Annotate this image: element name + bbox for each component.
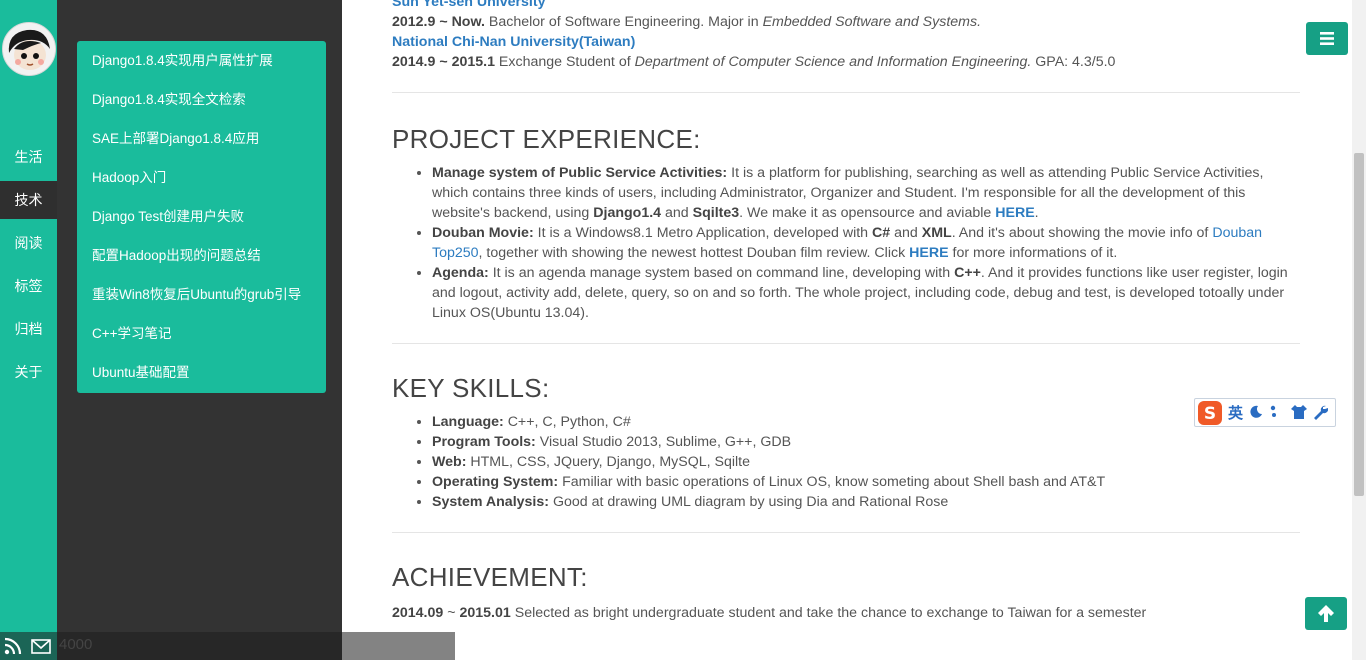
department: Department of Computer Science and Infor… <box>634 54 1032 70</box>
footer-bar: 4000 <box>0 632 455 660</box>
list-item: Language: C++, C, Python, C# <box>432 412 1300 432</box>
submenu-item[interactable]: Ubuntu基础配置 <box>77 353 326 392</box>
moon-icon[interactable] <box>1249 405 1263 419</box>
ime-language[interactable]: 英 <box>1228 402 1243 423</box>
nav-item-archive[interactable]: 归档 <box>0 310 57 348</box>
submenu-item[interactable]: Django Test创建用户失败 <box>77 197 326 236</box>
nav-item-tech[interactable]: 技术 <box>0 181 57 219</box>
nav-item-reading[interactable]: 阅读 <box>0 224 57 262</box>
section-heading-project: PROJECT EXPERIENCE: <box>392 124 701 154</box>
visit-counter: 4000 <box>59 636 93 653</box>
submenu-item[interactable]: 配置Hadoop出现的问题总结 <box>77 236 326 275</box>
wrench-icon[interactable] <box>1312 404 1328 420</box>
list-item: Program Tools: Visual Studio 2013, Subli… <box>432 432 1300 452</box>
submenu-panel: Django1.8.4实现用户属性扩展 Django1.8.4实现全文检索 SA… <box>57 0 342 660</box>
here-link[interactable]: HERE <box>909 245 948 261</box>
list-item: System Analysis: Good at drawing UML dia… <box>432 492 1300 512</box>
tech-article-menu: Django1.8.4实现用户属性扩展 Django1.8.4实现全文检索 SA… <box>77 41 326 393</box>
list-item: Agenda: It is an agenda manage system ba… <box>432 263 1300 323</box>
achievement-item: 2014.09 ~ 2015.01 Selected as bright und… <box>392 605 1147 621</box>
education-section: Sun Yet-sen University 2012.9 ~ Now. Bac… <box>392 0 1300 72</box>
major: Embedded Software and Systems. <box>762 14 982 30</box>
hamburger-icon <box>1320 32 1334 45</box>
project-list: Manage system of Public Service Activiti… <box>392 163 1300 323</box>
svg-text:S: S <box>1204 404 1216 424</box>
period: 2012.9 ~ Now. <box>392 14 485 30</box>
mail-icon[interactable] <box>31 637 51 660</box>
nav-item-tags[interactable]: 标签 <box>0 267 57 305</box>
scrollbar[interactable] <box>1352 0 1366 660</box>
degree-text: Bachelor of Software Engineering. Major … <box>488 14 759 30</box>
gpa: GPA: 4.3/5.0 <box>1035 54 1116 70</box>
nav-item-about[interactable]: 关于 <box>0 353 57 391</box>
back-to-top-button[interactable] <box>1305 597 1347 630</box>
list-item: Web: HTML, CSS, JQuery, Django, MySQL, S… <box>432 452 1300 472</box>
menu-button[interactable] <box>1306 22 1348 55</box>
submenu-item[interactable]: Hadoop入门 <box>77 158 326 197</box>
list-item: Douban Movie: It is a Windows8.1 Metro A… <box>432 223 1300 263</box>
sogou-logo-icon: S <box>1198 401 1222 425</box>
submenu-item[interactable]: C++学习笔记 <box>77 314 326 353</box>
scrollbar-thumb[interactable] <box>1354 153 1364 496</box>
avatar[interactable] <box>2 22 56 76</box>
rss-icon[interactable] <box>4 637 22 660</box>
nav-item-life[interactable]: 生活 <box>0 138 57 176</box>
resume-content: Sun Yet-sen University 2012.9 ~ Now. Bac… <box>392 0 1300 623</box>
left-nav: 生活 技术 阅读 标签 归档 关于 <box>0 0 57 660</box>
list-item: Manage system of Public Service Activiti… <box>432 163 1300 223</box>
section-heading-achievement: ACHIEVEMENT: <box>392 562 588 592</box>
submenu-item[interactable]: Django1.8.4实现全文检索 <box>77 80 326 119</box>
submenu-item[interactable]: SAE上部署Django1.8.4应用 <box>77 119 326 158</box>
arrow-up-icon <box>1318 605 1334 622</box>
ime-toolbar[interactable]: S 英 <box>1194 398 1336 427</box>
period: 2014.9 ~ 2015.1 <box>392 54 495 70</box>
section-heading-skills: KEY SKILLS: <box>392 373 550 403</box>
main-content: Sun Yet-sen University 2012.9 ~ Now. Bac… <box>342 0 1352 660</box>
list-item: Operating System: Familiar with basic op… <box>432 472 1300 492</box>
punctuation-icon[interactable] <box>1269 404 1283 418</box>
here-link[interactable]: HERE <box>995 205 1034 221</box>
degree-text: Exchange Student of <box>498 54 631 70</box>
submenu-item[interactable]: 重装Win8恢复后Ubuntu的grub引导 <box>77 275 326 314</box>
submenu-item[interactable]: Django1.8.4实现用户属性扩展 <box>77 41 326 80</box>
university-name[interactable]: National Chi-Nan University(Taiwan) <box>392 34 635 50</box>
university-name[interactable]: Sun Yet-sen University <box>392 0 546 10</box>
skin-icon[interactable] <box>1291 404 1307 420</box>
skills-list: Language: C++, C, Python, C# Program Too… <box>392 412 1300 512</box>
